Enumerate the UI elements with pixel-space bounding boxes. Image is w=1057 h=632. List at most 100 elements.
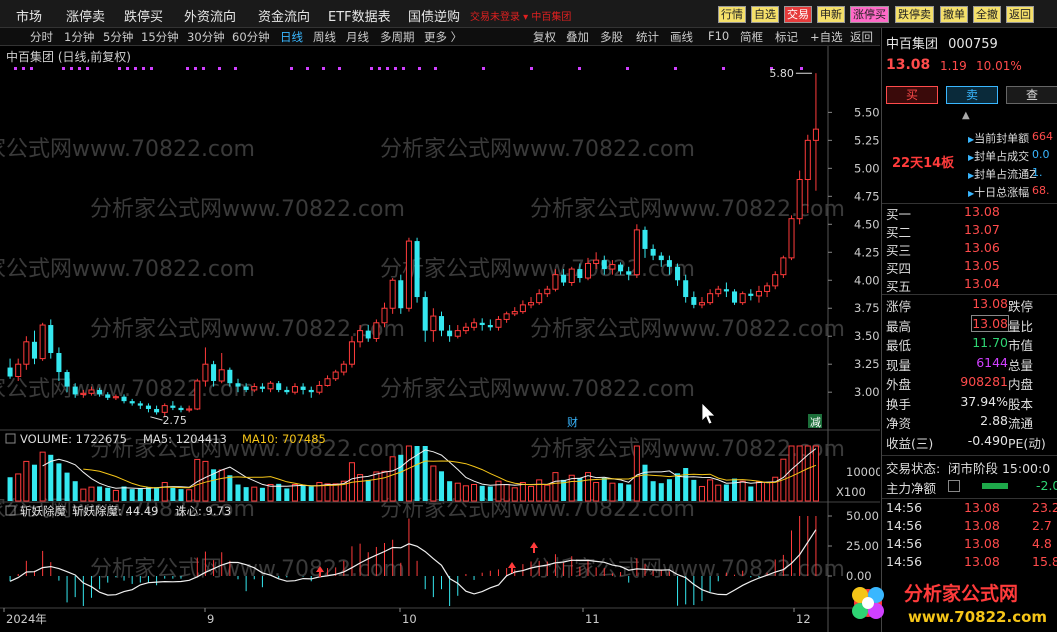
volume-bar (812, 445, 819, 502)
quick-button[interactable]: 撤单 (940, 6, 968, 23)
candle-body (365, 330, 371, 339)
menu-item[interactable]: 涨停卖 (66, 6, 105, 25)
signal-dot (394, 67, 397, 70)
period-tab[interactable]: 5分钟 (103, 29, 133, 45)
tick-time: 14:56 (886, 554, 923, 569)
order-book-row[interactable]: 买三 13.06 (886, 240, 1056, 258)
collapse-icon[interactable]: ▲ (962, 110, 970, 121)
order-book-row[interactable]: 买四 13.05 (886, 258, 1056, 276)
order-book-row[interactable]: 买二 13.07 (886, 222, 1056, 240)
menu-item[interactable]: 市场 (16, 6, 42, 25)
tool-button[interactable]: 画线 (670, 29, 693, 45)
order-price: 13.05 (964, 258, 1000, 273)
volume-bar (666, 479, 672, 501)
tick-volume: 23.2 (1032, 500, 1057, 515)
period-tab[interactable]: 周线 (313, 29, 336, 45)
volume-bar (97, 486, 103, 501)
volume-bar (39, 451, 46, 502)
tool-button[interactable]: 标记 (775, 29, 798, 45)
signal-dot (218, 67, 221, 70)
tool-button[interactable]: 统计 (636, 29, 659, 45)
candle-body (259, 386, 265, 389)
menu-item[interactable]: 外资流向 (184, 6, 236, 25)
table-icon[interactable] (948, 480, 960, 492)
period-tab[interactable]: 多周期 (380, 29, 415, 45)
volume-bar (31, 464, 38, 501)
period-tab[interactable]: 1分钟 (64, 29, 94, 45)
volume-bar (593, 482, 600, 502)
order-price: 13.04 (964, 276, 1000, 291)
candle-body (105, 394, 111, 398)
stat-value: 908281 (960, 374, 1008, 389)
period-tab[interactable]: 月线 (346, 29, 369, 45)
volume-bar (462, 485, 469, 502)
period-tab[interactable]: 15分钟 (141, 29, 179, 45)
candle-body (812, 128, 819, 141)
candle-body (658, 255, 664, 261)
period-tab[interactable]: 日线 (280, 29, 303, 45)
period-tab[interactable]: 分时 (30, 29, 53, 45)
signal-dot (322, 67, 325, 70)
period-tab[interactable]: 更多 〉 (424, 29, 462, 45)
volume-bar (438, 471, 445, 501)
volume-bar (259, 487, 265, 501)
quick-button[interactable]: 交易 (784, 6, 812, 23)
tool-button[interactable]: 简框 (740, 29, 763, 45)
tick-volume: 4.8 (1032, 536, 1052, 551)
quick-button[interactable]: 全撤 (973, 6, 1001, 23)
candle-body (56, 353, 62, 373)
quick-button[interactable]: 申新 (817, 6, 845, 23)
menu-item[interactable]: 跌停买 (124, 6, 163, 25)
menu-item[interactable]: 资金流向 (258, 6, 310, 25)
tool-button[interactable]: F10 (708, 29, 729, 43)
candle-body (276, 383, 282, 390)
volume-bar (381, 470, 388, 502)
buy-button[interactable]: 买 (886, 86, 938, 104)
main-flow-label: 主力净额 (886, 481, 937, 496)
period-tab[interactable]: 30分钟 (187, 29, 225, 45)
candle-body (154, 408, 160, 413)
volume-bar (454, 482, 461, 502)
menu-item[interactable]: 国债逆购 (408, 6, 460, 25)
tool-button[interactable]: 复权 (533, 29, 556, 45)
candle-body (373, 322, 380, 339)
candle-body (357, 330, 364, 343)
quick-button[interactable]: 返回 (1006, 6, 1034, 23)
quick-button[interactable]: 行情 (718, 6, 746, 23)
tool-button[interactable]: 多股 (600, 29, 623, 45)
candle-body (267, 382, 274, 390)
kline-chart[interactable]: 分析家公式网www.70822.com 分析家公式网www.70822.com 分析… (0, 46, 880, 632)
candle-body (511, 311, 518, 315)
x-axis-label: 12 (796, 612, 811, 626)
quick-button[interactable]: 自选 (751, 6, 779, 23)
kline-chart-area[interactable]: 分析家公式网www.70822.com 分析家公式网www.70822.com 分析… (0, 46, 880, 632)
candle-body (202, 363, 209, 382)
stat-key: 现量 (886, 357, 912, 373)
sell-button[interactable]: 卖 (946, 86, 998, 104)
order-book-row[interactable]: 买五 13.04 (886, 276, 1056, 294)
volume-bar (479, 485, 485, 501)
query-button[interactable]: 查 (1006, 86, 1057, 104)
volume-bar (80, 488, 87, 502)
stat-key: 外盘 (886, 377, 912, 392)
order-book-row[interactable]: 买一 13.08 (886, 204, 1056, 222)
stock-price: 13.08 (886, 57, 931, 73)
volume-bar (121, 486, 127, 501)
volume-bar (528, 485, 535, 502)
tool-button[interactable]: +自选 (810, 29, 843, 45)
tool-button[interactable]: 叠加 (566, 29, 589, 45)
period-tab[interactable]: 60分钟 (232, 29, 270, 45)
tool-button[interactable]: 返回 (850, 29, 873, 45)
login-status[interactable]: 交易未登录 ▾ 中百集团 (470, 8, 571, 23)
volume-bar (707, 479, 714, 502)
quick-button[interactable]: 跌停卖 (895, 6, 934, 23)
seal-row: ▶封单占流通Z (968, 168, 1037, 181)
stat-key: 换手 (886, 396, 912, 412)
volume-bar (584, 472, 592, 502)
y-tick-label: 5.00 (854, 161, 880, 175)
quick-button[interactable]: 涨停买 (850, 6, 889, 23)
quote-stat-row: 换手 37.94% 股本 (886, 394, 1057, 412)
tick-price: 13.08 (964, 554, 1000, 569)
menu-item[interactable]: ETF数据表 (328, 6, 391, 25)
divider (882, 455, 1057, 456)
